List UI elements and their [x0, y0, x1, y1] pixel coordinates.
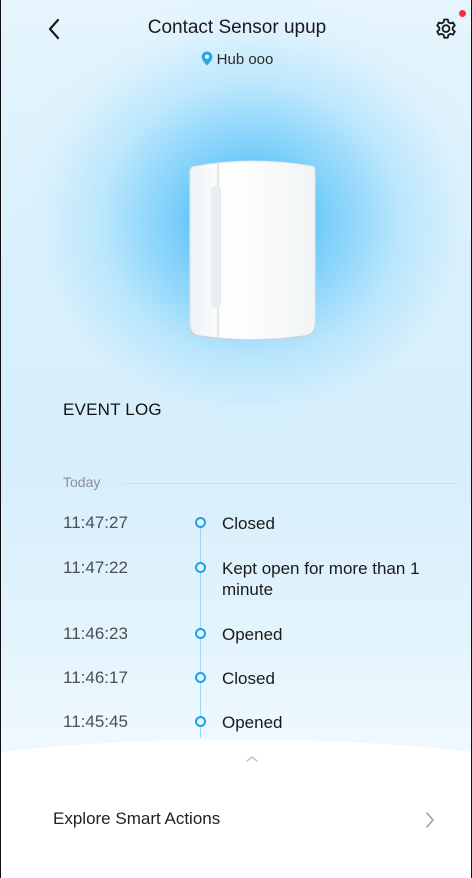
- location-pin-icon: [201, 51, 213, 66]
- app-screen: Contact Sensor upup Hub ooo EVENT LOG To…: [0, 0, 472, 878]
- event-text: Closed: [222, 514, 275, 533]
- sheet-handle[interactable]: [245, 751, 259, 762]
- day-divider: Today: [63, 474, 458, 494]
- timeline-dot: [195, 517, 206, 528]
- event-time: 11:47:27: [63, 513, 128, 532]
- event-time: 11:45:45: [63, 712, 128, 731]
- settings-button[interactable]: [431, 14, 461, 44]
- event-text: Opened: [222, 625, 283, 644]
- event-time: 11:46:23: [63, 624, 128, 643]
- chevron-up-icon: [246, 756, 258, 762]
- contact-sensor-image: [187, 160, 317, 341]
- event-time: 11:46:17: [63, 668, 128, 687]
- timeline-dot: [195, 562, 206, 573]
- event-text: Kept open for more than 1 minute: [222, 559, 420, 599]
- chevron-right-icon: [426, 812, 434, 828]
- explore-smart-actions-row[interactable]: Explore Smart Actions: [1, 792, 471, 848]
- gear-icon: [436, 18, 456, 39]
- header: Contact Sensor upup Hub ooo: [1, 0, 471, 80]
- event-time: 11:47:22: [63, 558, 128, 577]
- day-label: Today: [63, 474, 101, 490]
- explore-smart-actions-label: Explore Smart Actions: [53, 809, 221, 828]
- event-text: Opened: [222, 713, 283, 732]
- timeline-dot: [195, 628, 206, 639]
- event-log-title: EVENT LOG: [63, 400, 162, 419]
- timeline-dot: [195, 716, 206, 727]
- divider-line: [123, 483, 458, 484]
- timeline-dot: [195, 672, 206, 683]
- event-text: Closed: [222, 669, 275, 688]
- notification-dot: [459, 10, 466, 17]
- page-title: Contact Sensor upup: [147, 17, 327, 38]
- device-background-glow: [1, 0, 471, 760]
- hub-location: Hub ooo: [1, 51, 471, 68]
- hub-name: Hub ooo: [216, 51, 274, 68]
